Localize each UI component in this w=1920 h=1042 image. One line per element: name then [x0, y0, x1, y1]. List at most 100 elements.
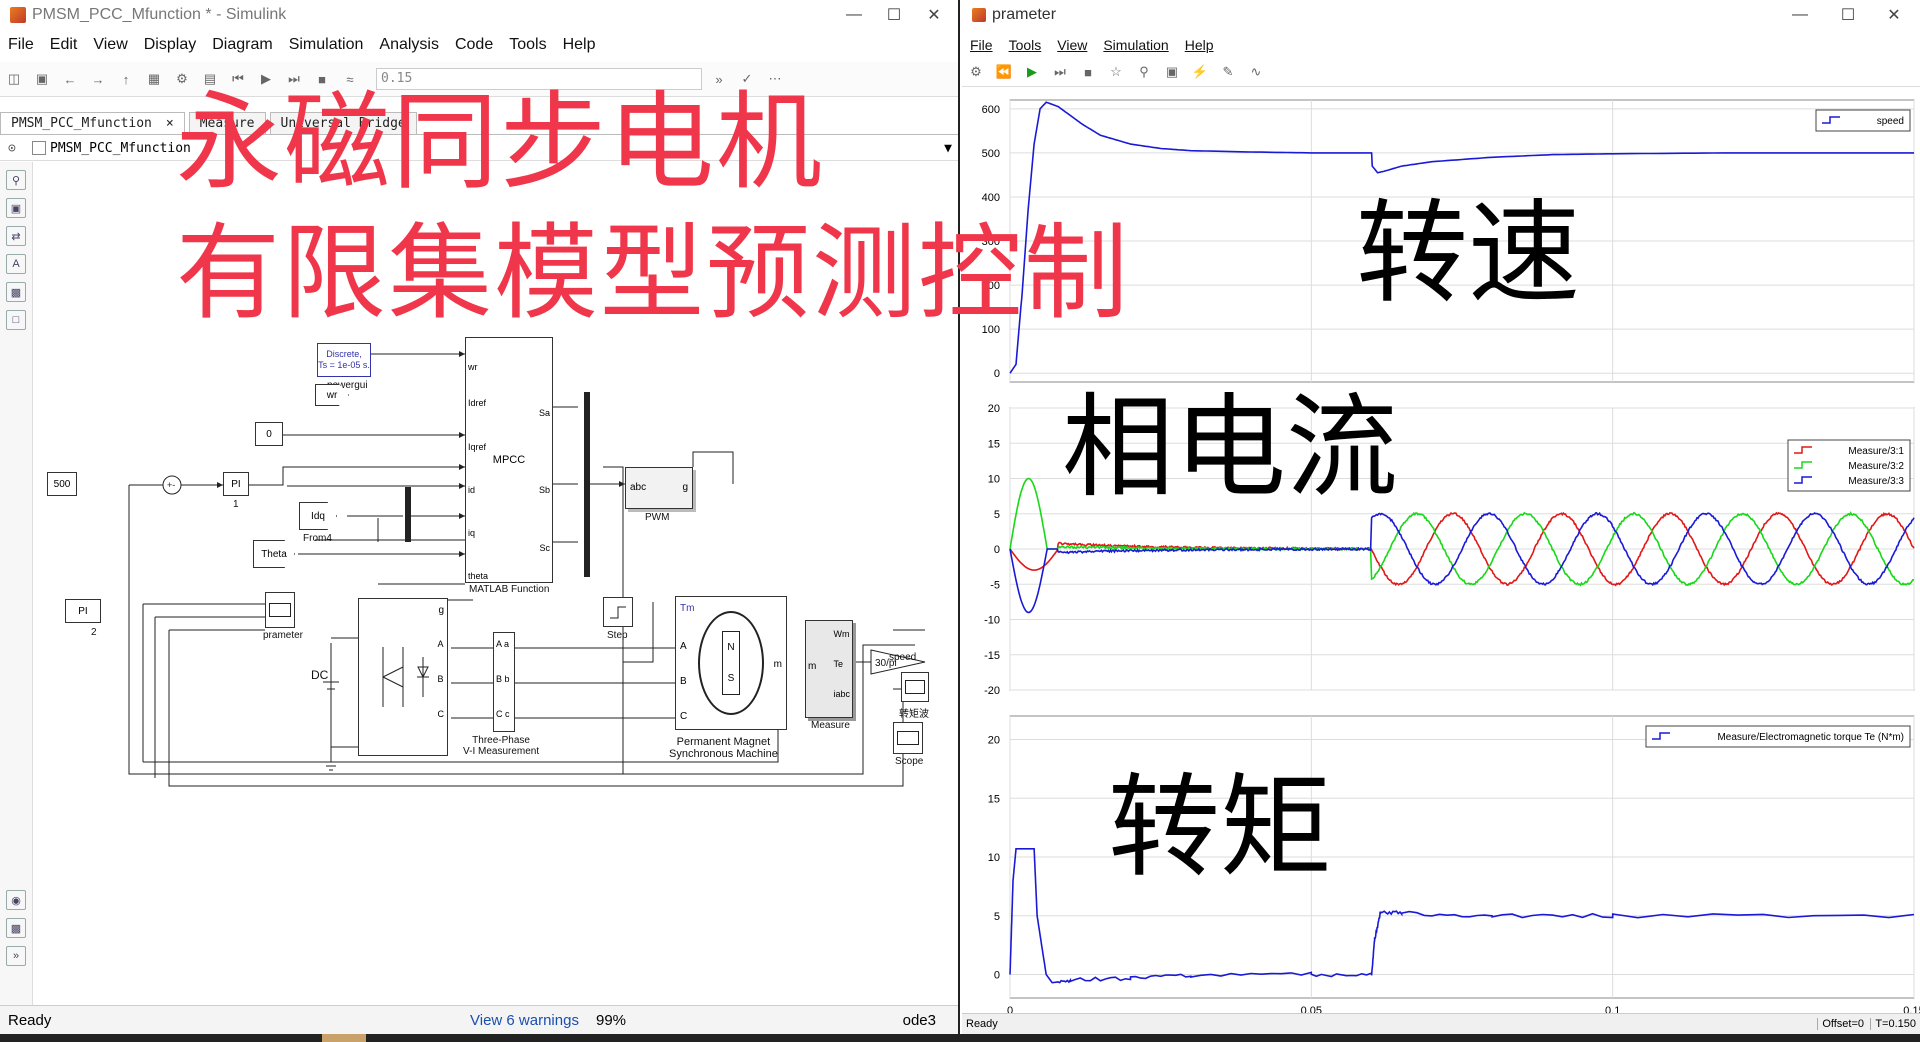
menu-help[interactable]: Help	[555, 36, 604, 54]
step-block[interactable]	[603, 597, 633, 627]
scope-minimize-button[interactable]: —	[1780, 0, 1820, 30]
scope-status-time: T=0.150	[1870, 1018, 1916, 1030]
vi-measurement-block[interactable]: A aB bC c	[493, 632, 515, 732]
powergui-block[interactable]: Discrete, Ts = 1e-05 s.	[317, 343, 371, 377]
matlab-function-block[interactable]: MPCC wr Idref Iqref id iq theta Sa Sb Sc	[465, 337, 553, 583]
ytick-label: -10	[984, 615, 1000, 627]
scope-torque-block[interactable]	[901, 672, 929, 702]
mfn-in-port: iq	[468, 528, 475, 538]
expand-icon[interactable]: »	[6, 946, 26, 966]
menu-analysis[interactable]: Analysis	[371, 36, 447, 54]
overlay-title-line2: 有限集模型预测控制	[176, 218, 1130, 328]
measure-block[interactable]: m Wm Te iabc	[805, 620, 853, 718]
legend[interactable]: Measure/Electromagnetic torque Te (N*m)	[1646, 726, 1910, 747]
new-model-icon[interactable]: ◫	[3, 68, 25, 90]
tab-0[interactable]: PMSM_PCC_Mfunction ×	[0, 112, 185, 134]
menu-code[interactable]: Code	[447, 36, 501, 54]
annotation-icon[interactable]: A	[6, 254, 26, 274]
minimize-button[interactable]: —	[834, 0, 874, 30]
status-warnings-link[interactable]: View 6 warnings	[470, 1012, 579, 1029]
mfn-in-port: id	[468, 485, 475, 495]
from-idq-label: Idq	[311, 511, 325, 522]
mfn-in-port: wr	[468, 362, 478, 372]
status-zoom: 99%	[596, 1012, 626, 1029]
back-icon[interactable]: ←	[59, 68, 81, 90]
menu-display[interactable]: Display	[136, 36, 204, 54]
scope-autoscale-icon[interactable]: ▣	[1161, 61, 1183, 83]
mfn-in-port: Iqref	[468, 442, 486, 452]
scope-prameter-block[interactable]	[265, 592, 295, 628]
menu-file[interactable]: File	[0, 36, 42, 54]
image-icon[interactable]: ▩	[6, 282, 26, 302]
maximize-button[interactable]: ☐	[874, 0, 914, 30]
menu-diagram[interactable]: Diagram	[204, 36, 280, 54]
scope-status-ready: Ready	[966, 1018, 998, 1030]
constant-500-block[interactable]: 500	[47, 472, 77, 496]
matlab-function-label: MATLAB Function	[469, 584, 549, 595]
area-icon[interactable]: □	[6, 310, 26, 330]
legend[interactable]: Measure/3:1 Measure/3:2 Measure/3:3	[1788, 440, 1910, 491]
scope-settings-icon[interactable]: ⚙	[965, 61, 987, 83]
ytick-label: 15	[988, 438, 1000, 450]
scope-step-icon[interactable]: ⏭	[1049, 61, 1071, 83]
ytick-label: -20	[984, 685, 1000, 697]
pwm-out-port: g	[682, 482, 688, 493]
scope-measure-icon[interactable]: ∿	[1245, 61, 1267, 83]
tab-label: PMSM_PCC_Mfunction	[11, 116, 152, 131]
vi-port: B b	[496, 674, 510, 709]
ytick-label: 600	[982, 104, 1000, 116]
menu-edit[interactable]: Edit	[42, 36, 86, 54]
scope-back-icon[interactable]: ⏪	[993, 61, 1015, 83]
pmsm-block[interactable]: Tm ABC m N S	[675, 596, 787, 730]
legend-entry: Measure/3:1	[1848, 446, 1904, 457]
taskbar-strip	[0, 1034, 1920, 1042]
up-icon[interactable]: ↑	[115, 68, 137, 90]
pi-2-block[interactable]: PI	[65, 599, 101, 623]
bridge-g-port: g	[438, 605, 444, 616]
menu-tools[interactable]: Tools	[501, 36, 554, 54]
scope-cursor-icon[interactable]: ✎	[1217, 61, 1239, 83]
fit-view-icon[interactable]: ▣	[6, 198, 26, 218]
menu-view[interactable]: View	[85, 36, 135, 54]
hide-explorer-icon[interactable]: ⊙	[8, 141, 28, 156]
scope-menu-simulation[interactable]: Simulation	[1095, 37, 1176, 53]
status-solver: ode3	[903, 1012, 936, 1029]
scope-block[interactable]	[893, 722, 923, 754]
screenshot-icon[interactable]: ▩	[6, 918, 26, 938]
save-icon[interactable]: ▣	[31, 68, 53, 90]
scope-maximize-button[interactable]: ☐	[1828, 0, 1868, 30]
menu-simulation[interactable]: Simulation	[281, 36, 372, 54]
library-icon[interactable]: ▦	[143, 68, 165, 90]
speed-label: speed	[889, 652, 916, 663]
pi-1-block[interactable]: PI	[223, 472, 249, 496]
bridge-port: A	[438, 639, 445, 674]
breadcrumb-model[interactable]: PMSM_PCC_Mfunction	[50, 141, 191, 156]
scope-run-icon[interactable]: ▶	[1021, 61, 1043, 83]
universal-bridge-block[interactable]: g A B C	[358, 598, 448, 756]
forward-icon[interactable]: →	[87, 68, 109, 90]
measure-label: Measure	[811, 720, 850, 731]
zoom-icon[interactable]: ⚲	[6, 170, 26, 190]
bridge-ports: ABC	[438, 639, 445, 744]
constant-0-block[interactable]: 0	[255, 422, 283, 446]
scope-menu-help[interactable]: Help	[1177, 37, 1222, 53]
scope-close-button[interactable]: ✕	[1874, 0, 1914, 30]
scope-trigger-icon[interactable]: ⚡	[1189, 61, 1211, 83]
camera-icon[interactable]: ◉	[6, 890, 26, 910]
arrow-icon[interactable]: ⇄	[6, 226, 26, 246]
scope-status-offset: Offset=0	[1817, 1018, 1864, 1030]
tab-close-icon[interactable]: ×	[166, 116, 174, 131]
scope-menu-file[interactable]: File	[962, 37, 1001, 53]
motor-ellipse: N S	[698, 611, 764, 715]
breadcrumb-dropdown-icon[interactable]: ▼	[944, 141, 952, 156]
legend[interactable]: speed	[1816, 110, 1910, 131]
pwm-block[interactable]: abc g	[625, 467, 693, 509]
scope-zoom-icon[interactable]: ⚲	[1133, 61, 1155, 83]
scope-menu-view[interactable]: View	[1049, 37, 1095, 53]
scope-stop-icon[interactable]: ■	[1077, 61, 1099, 83]
scope-menu-tools[interactable]: Tools	[1001, 37, 1050, 53]
mpcc-name: MPCC	[493, 454, 525, 466]
close-button[interactable]: ✕	[914, 0, 954, 30]
pmsm-port: B	[680, 676, 687, 711]
scope-highlight-icon[interactable]: ☆	[1105, 61, 1127, 83]
